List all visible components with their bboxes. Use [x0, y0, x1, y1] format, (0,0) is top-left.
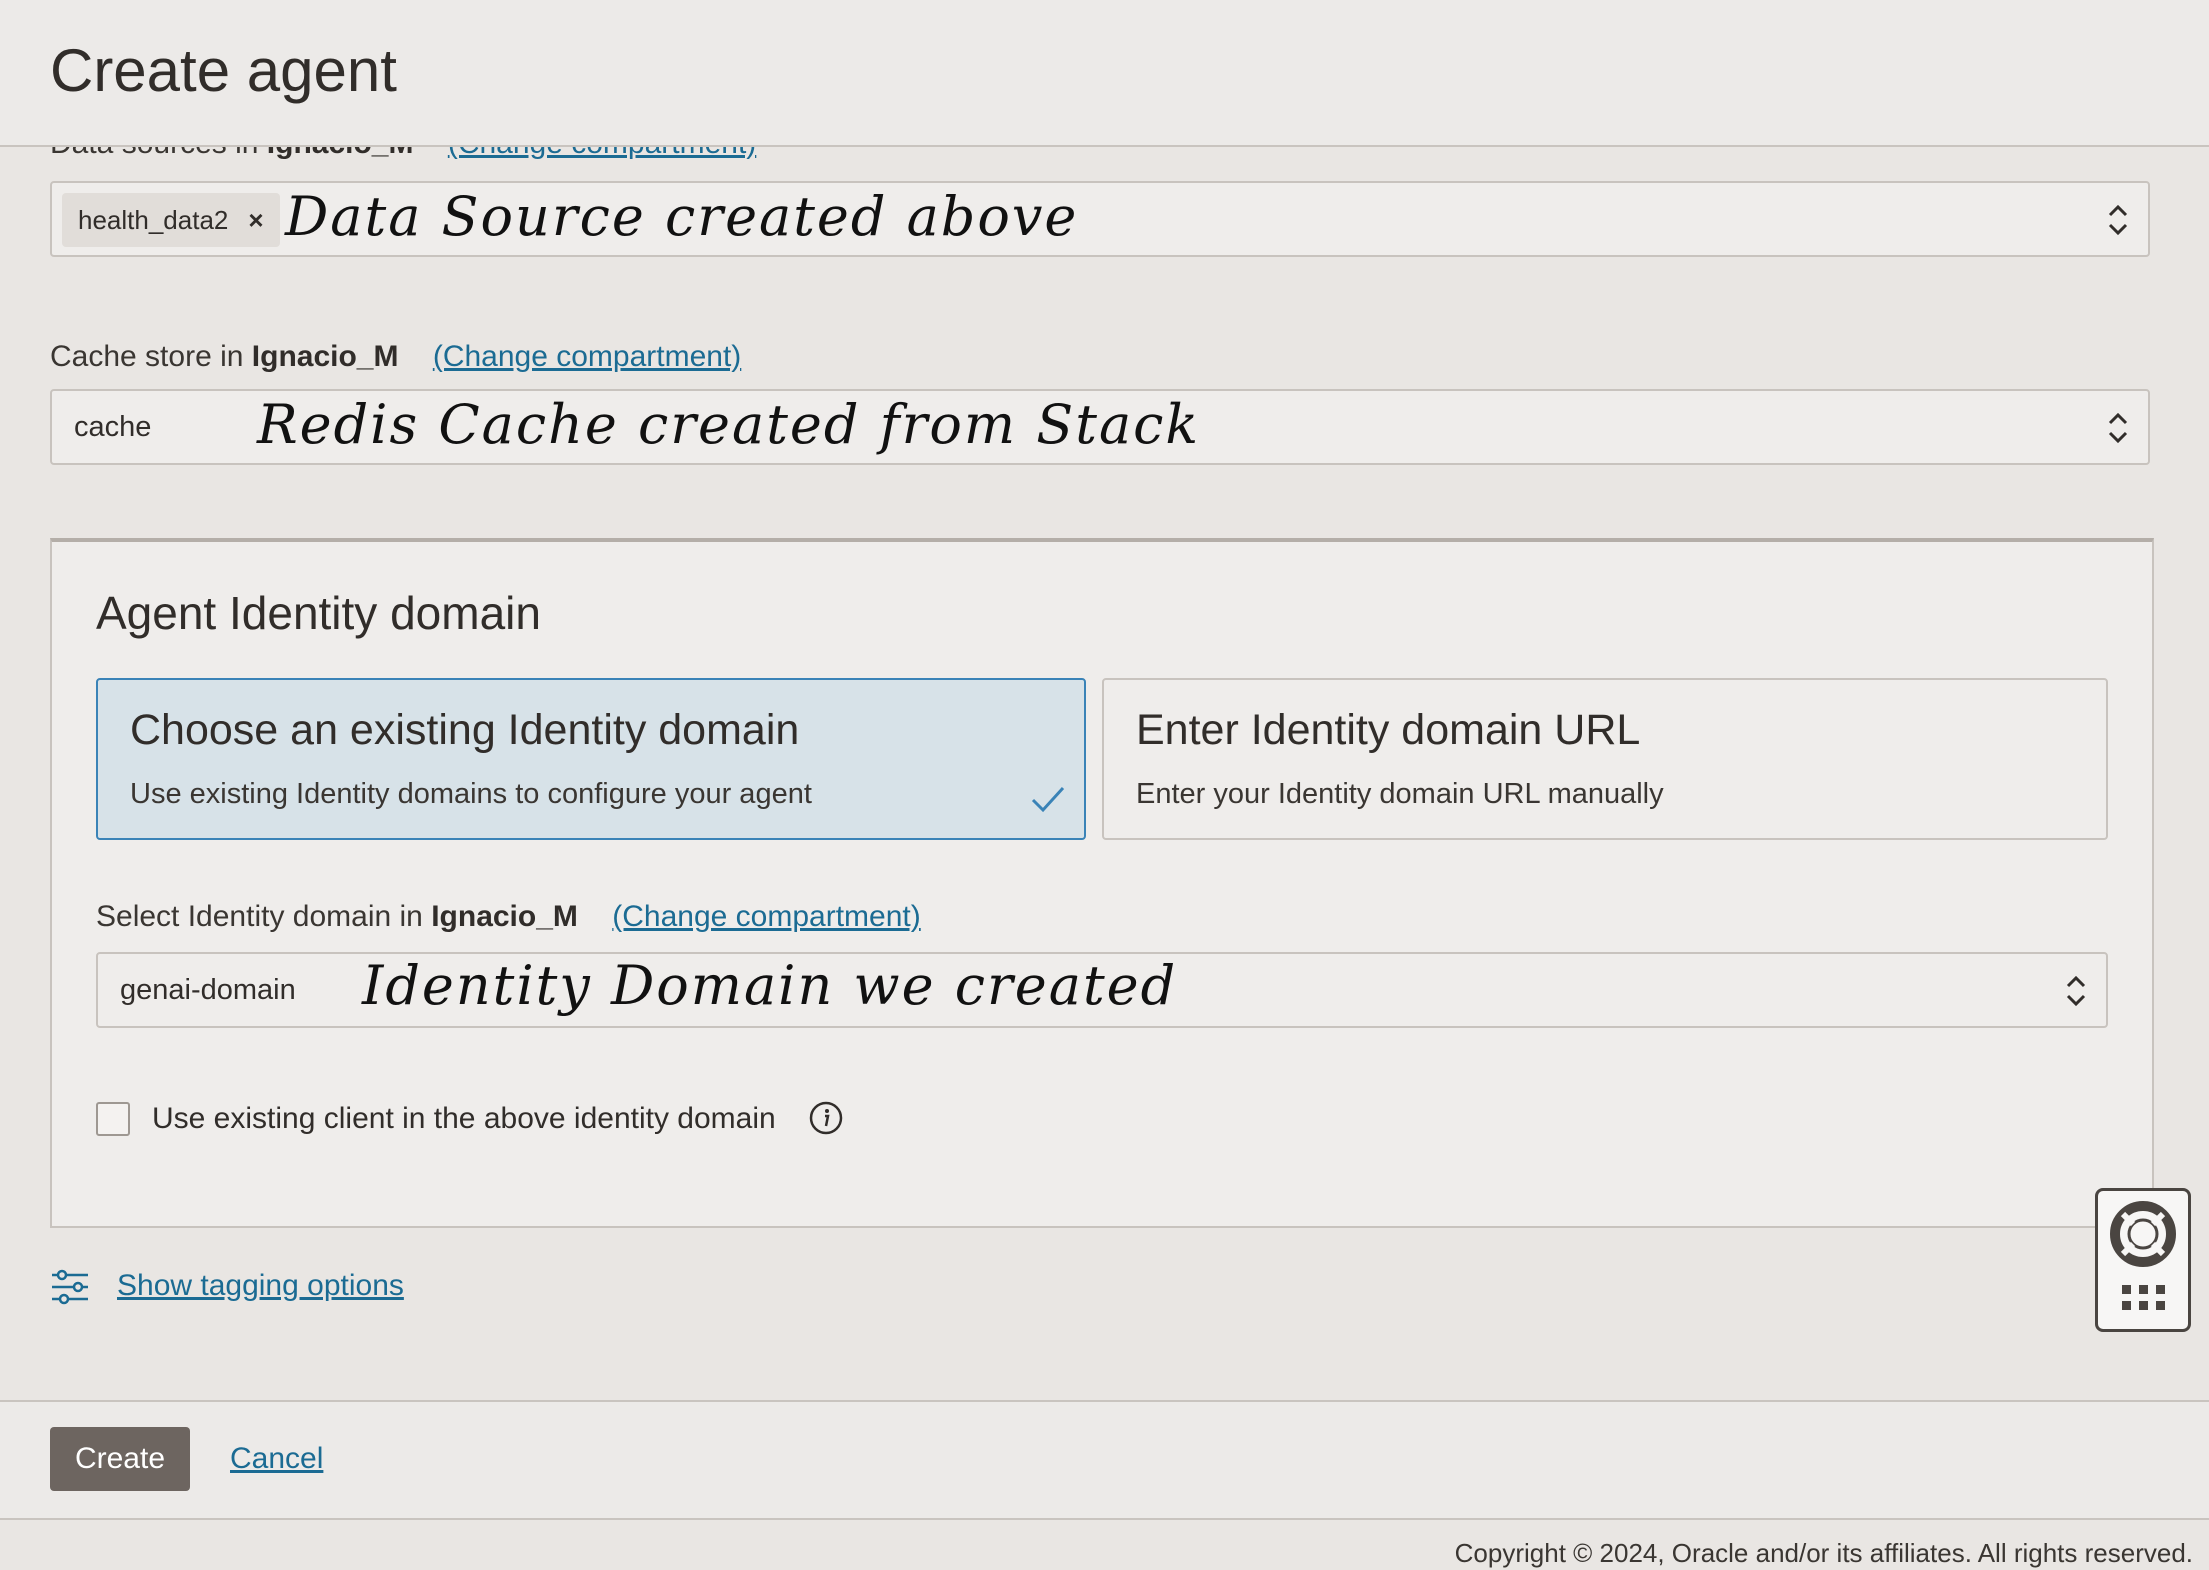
- annotation-cache: Redis Cache created from Stack: [257, 393, 1201, 456]
- option-title: Enter Identity domain URL: [1136, 706, 1641, 754]
- cache-store-value: cache: [74, 411, 152, 443]
- info-icon[interactable]: [808, 1100, 844, 1136]
- annotation-data-source: Data Source created above: [285, 185, 1079, 248]
- form-scroll-area[interactable]: Data sources in Ignacio_M (Change compar…: [0, 145, 2209, 1400]
- page-title: Create agent: [50, 37, 397, 104]
- option-card-existing-domain[interactable]: Choose an existing Identity domain Use e…: [96, 678, 1086, 840]
- cancel-link[interactable]: Cancel: [230, 1442, 323, 1476]
- updown-chevron-icon: [2066, 975, 2086, 1007]
- data-source-chip: health_data2 ×: [62, 193, 280, 247]
- chip-label: health_data2: [78, 205, 229, 235]
- chip-remove-icon[interactable]: ×: [248, 205, 263, 235]
- annotation-identity-domain: Identity Domain we created: [362, 954, 1178, 1017]
- checkmark-icon: [1031, 786, 1065, 813]
- data-sources-change-compartment-link[interactable]: (Change compartment): [448, 145, 756, 160]
- grid-dots-icon[interactable]: [2098, 1279, 2188, 1329]
- option-title: Choose an existing Identity domain: [130, 706, 800, 754]
- use-existing-client-checkbox[interactable]: [96, 1102, 130, 1136]
- use-existing-client-label: Use existing client in the above identit…: [152, 1102, 776, 1135]
- identity-domain-label: Select Identity domain in Ignacio_M (Cha…: [96, 900, 921, 933]
- updown-chevron-icon: [2108, 204, 2128, 236]
- identity-domain-compartment: Ignacio_M: [431, 900, 578, 933]
- copyright-text: Copyright © 2024, Oracle and/or its affi…: [1454, 1538, 2193, 1568]
- data-sources-compartment: Ignacio_M: [267, 145, 414, 160]
- updown-chevron-icon: [2108, 412, 2128, 444]
- create-button[interactable]: Create: [50, 1427, 190, 1491]
- option-card-domain-url[interactable]: Enter Identity domain URL Enter your Ide…: [1102, 678, 2108, 840]
- help-widget[interactable]: [2095, 1188, 2191, 1332]
- page-header: Create agent: [0, 0, 2209, 147]
- identity-domain-panel: Agent Identity domain Choose an existing…: [50, 538, 2154, 1228]
- show-tagging-options-link[interactable]: Show tagging options: [117, 1269, 404, 1303]
- lifebuoy-icon[interactable]: [2098, 1199, 2188, 1269]
- cache-store-compartment: Ignacio_M: [251, 340, 399, 373]
- identity-domain-change-compartment-link[interactable]: (Change compartment): [612, 900, 920, 933]
- cache-store-change-compartment-link[interactable]: (Change compartment): [433, 340, 741, 373]
- data-sources-label: Data sources in Ignacio_M (Change compar…: [50, 145, 756, 161]
- cache-store-label: Cache store in Ignacio_M (Change compart…: [50, 340, 742, 373]
- option-desc: Enter your Identity domain URL manually: [1136, 778, 1664, 810]
- option-desc: Use existing Identity domains to configu…: [130, 778, 812, 810]
- tag-sliders-icon: [52, 1269, 88, 1305]
- panel-title: Agent Identity domain: [96, 587, 541, 639]
- form-footer: Create Cancel: [0, 1400, 2209, 1520]
- identity-domain-value: genai-domain: [120, 974, 296, 1006]
